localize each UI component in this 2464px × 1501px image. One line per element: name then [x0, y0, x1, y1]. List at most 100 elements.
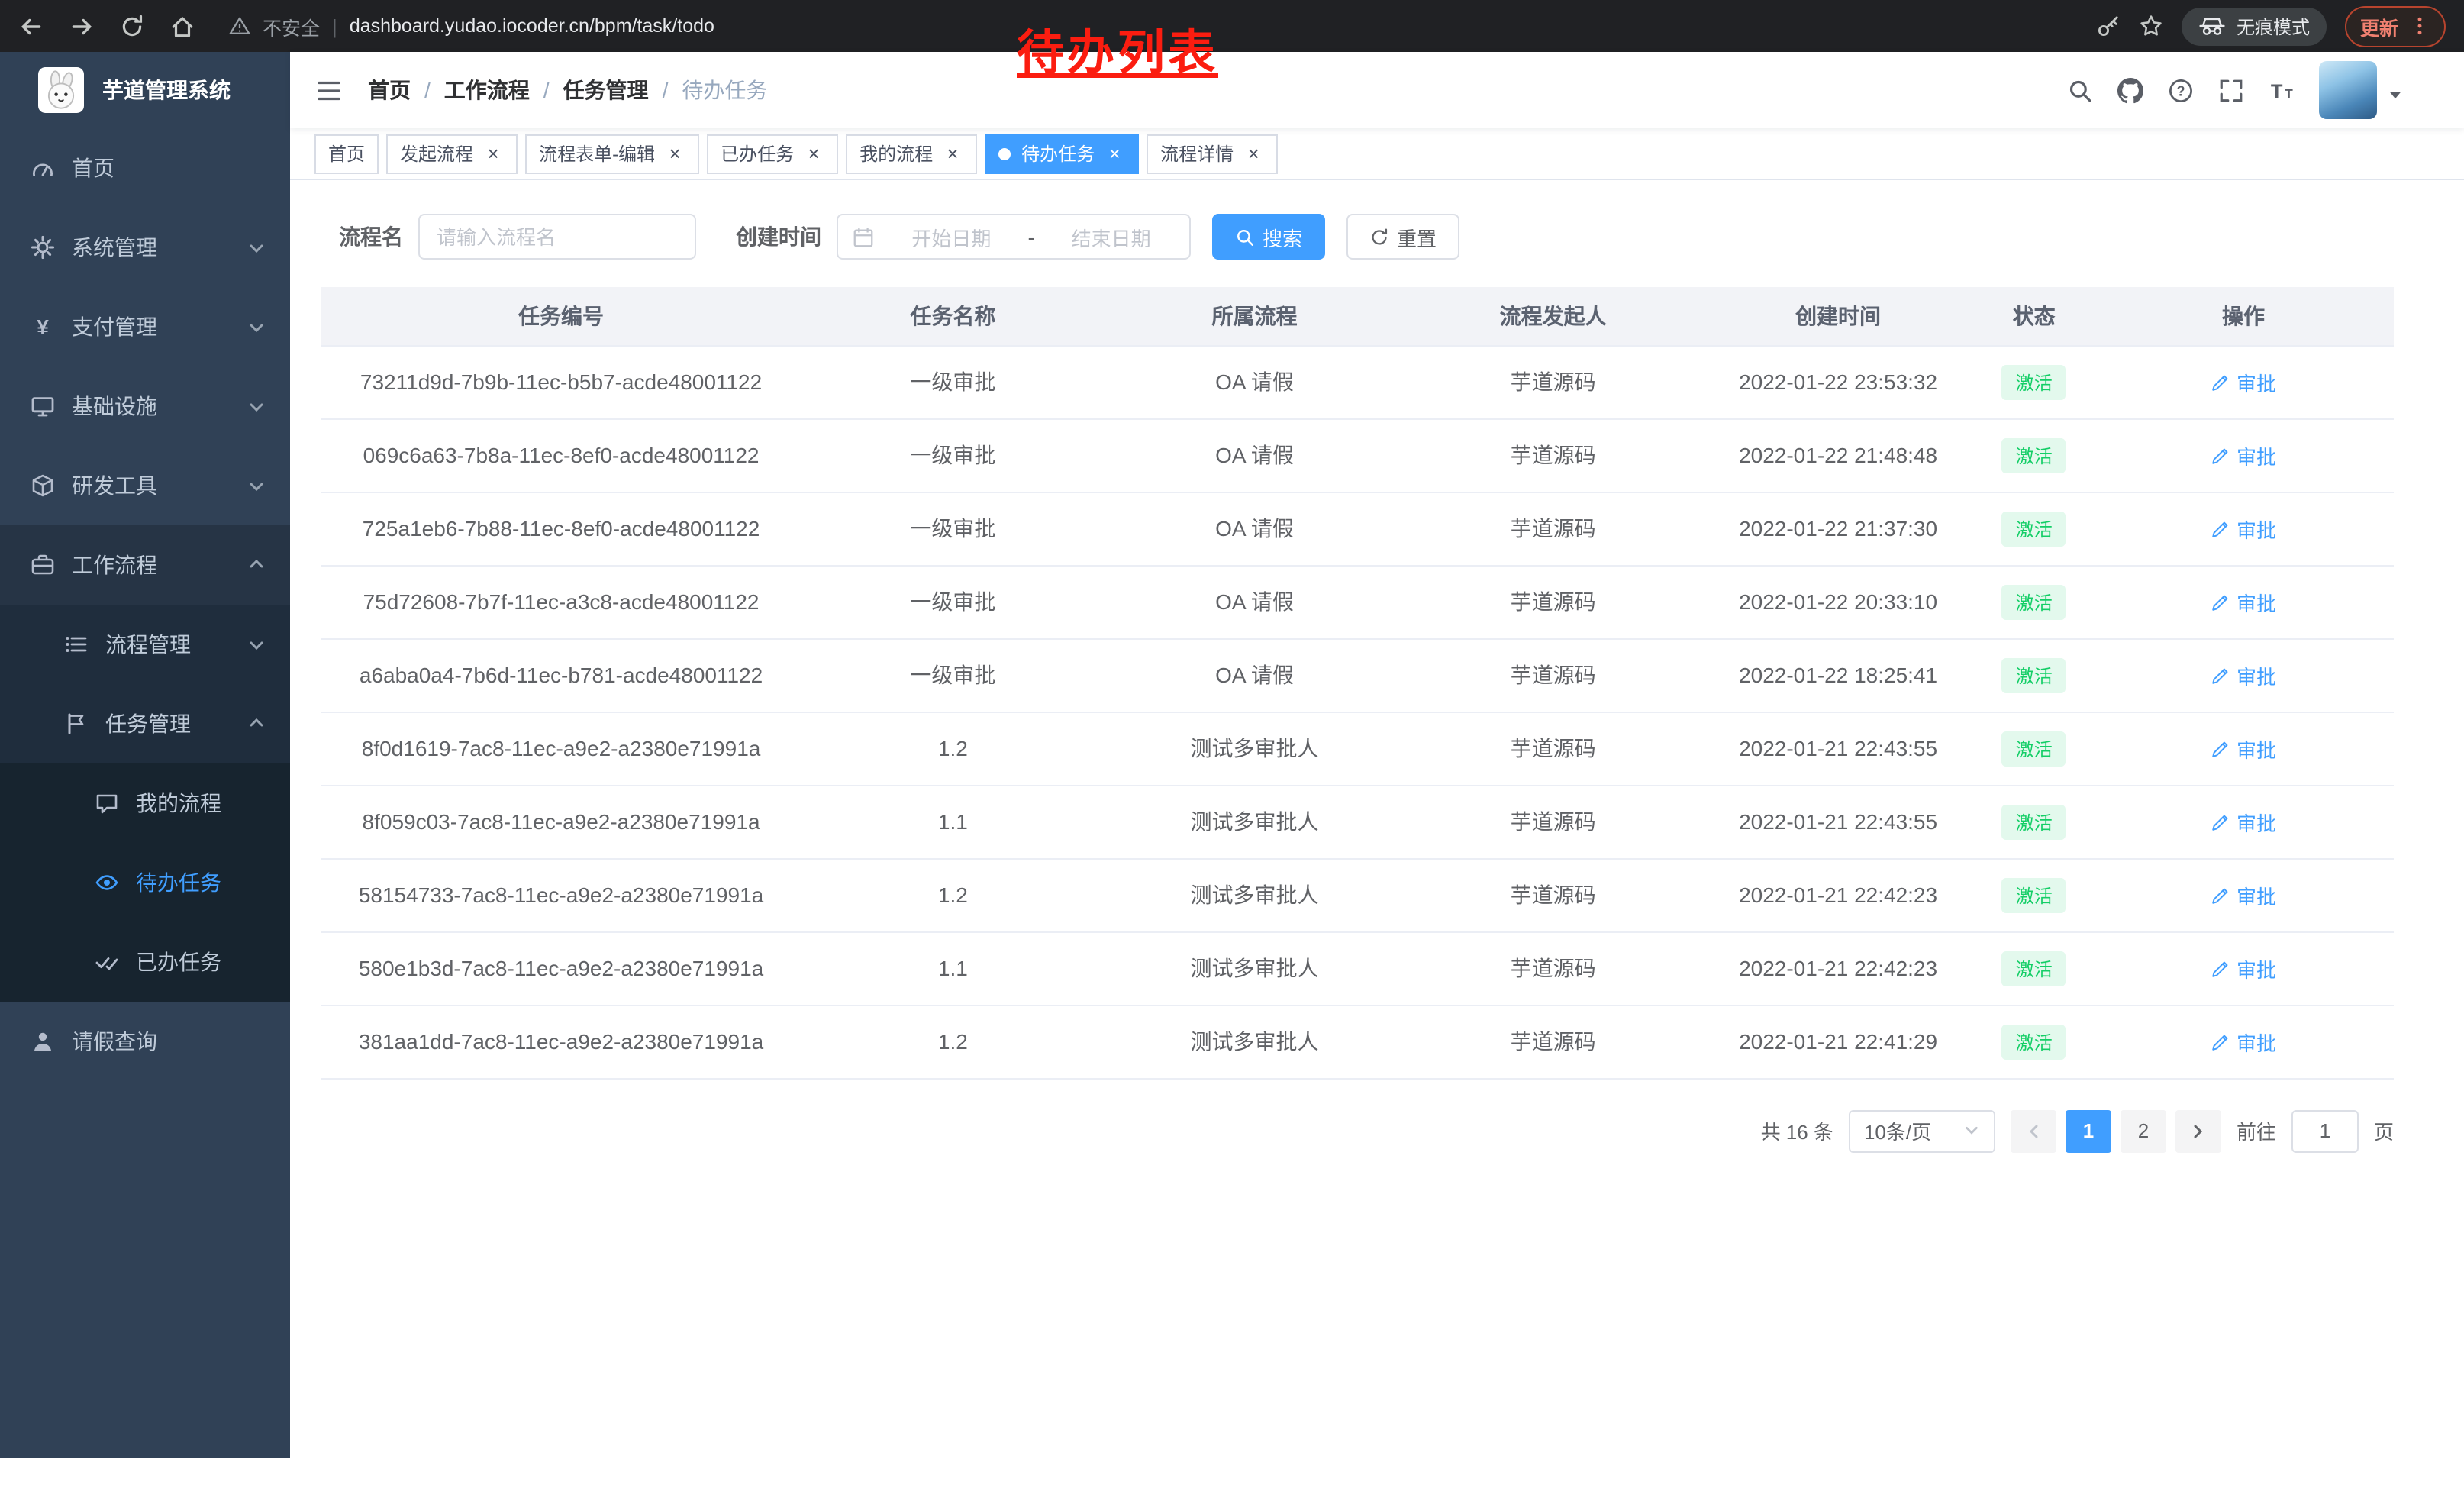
reset-label: 重置	[1397, 222, 1437, 251]
sidebar-item-process-mgmt[interactable]: 流程管理	[0, 605, 290, 684]
process-name-label: 流程名	[339, 221, 403, 252]
cell-process: 测试多审批人	[1105, 931, 1405, 1005]
address-bar[interactable]: 不安全 | dashboard.yudao.iocoder.cn/bpm/tas…	[229, 11, 714, 40]
cell-task_name: 一级审批	[801, 565, 1105, 638]
table-row: 069c6a63-7b8a-11ec-8ef0-acde48001122一级审批…	[321, 418, 2394, 492]
cell-initiator: 芋道源码	[1405, 931, 1701, 1005]
approve-link[interactable]: 审批	[2211, 441, 2276, 470]
prev-page-button[interactable]	[2011, 1109, 2056, 1152]
tab-process-detail[interactable]: 流程详情 ×	[1147, 134, 1278, 173]
status-badge: 激活	[2002, 804, 2066, 839]
cell-status: 激活	[1975, 785, 2093, 858]
goto-page-input[interactable]	[2291, 1109, 2359, 1152]
close-icon[interactable]: ×	[664, 143, 685, 164]
yen-icon: ¥	[31, 315, 55, 339]
breadcrumb-separator: /	[424, 78, 431, 102]
approve-link[interactable]: 审批	[2211, 514, 2276, 543]
cell-task_id: 8f059c03-7ac8-11ec-a9e2-a2380e71991a	[321, 785, 801, 858]
approve-link[interactable]: 审批	[2211, 660, 2276, 689]
back-icon[interactable]	[18, 13, 44, 39]
cell-task_name: 一级审批	[801, 345, 1105, 418]
red-annotation: 待办列表	[1017, 14, 1218, 82]
search-icon	[1235, 227, 1255, 247]
sidebar-toggle-icon[interactable]	[314, 76, 343, 105]
sidebar-item-label: 已办任务	[136, 947, 221, 977]
close-icon[interactable]: ×	[803, 143, 824, 164]
key-icon[interactable]	[2096, 14, 2121, 38]
approve-link[interactable]: 审批	[2211, 587, 2276, 616]
sidebar-item-label: 请假查询	[72, 1026, 157, 1057]
close-icon[interactable]: ×	[942, 143, 963, 164]
sidebar-item-label: 系统管理	[72, 232, 157, 263]
pagination: 共 16 条 10条/页 12 前往 页	[321, 1109, 2394, 1152]
reset-button[interactable]: 重置	[1346, 214, 1459, 260]
approve-link[interactable]: 审批	[2211, 807, 2276, 836]
tab-label: 流程详情	[1160, 140, 1234, 166]
search-icon[interactable]	[2067, 77, 2093, 103]
sidebar-item-my-process[interactable]: 我的流程	[0, 763, 290, 843]
double-check-icon	[95, 950, 119, 974]
sidebar-item-home[interactable]: 首页	[0, 128, 290, 208]
approve-link[interactable]: 审批	[2211, 880, 2276, 909]
sidebar-item-task-mgmt[interactable]: 任务管理	[0, 684, 290, 763]
page-size-select[interactable]: 10条/页	[1849, 1109, 1995, 1152]
tab-done-tasks[interactable]: 已办任务×	[707, 134, 838, 173]
cell-process: OA 请假	[1105, 638, 1405, 712]
tab-form-edit[interactable]: 流程表单-编辑×	[525, 134, 699, 173]
star-icon[interactable]	[2139, 14, 2163, 38]
help-icon[interactable]: ?	[2168, 77, 2194, 103]
sidebar-item-done-task[interactable]: 已办任务	[0, 922, 290, 1002]
sidebar-item-leave-query[interactable]: 请假查询	[0, 1002, 290, 1081]
approve-label: 审批	[2237, 807, 2276, 836]
edit-icon	[2211, 592, 2230, 612]
home-icon[interactable]	[169, 13, 195, 39]
menu-dots-icon[interactable]	[2409, 15, 2430, 37]
breadcrumb-item[interactable]: 工作流程	[444, 75, 530, 105]
user-avatar-menu[interactable]	[2319, 61, 2403, 119]
sidebar-item-payment[interactable]: ¥支付管理	[0, 287, 290, 366]
tab-my-process[interactable]: 我的流程×	[846, 134, 977, 173]
sidebar-item-devtools[interactable]: 研发工具	[0, 446, 290, 525]
search-button[interactable]: 搜索	[1212, 214, 1325, 260]
cell-process: 测试多审批人	[1105, 712, 1405, 785]
column-header: 操作	[2093, 287, 2394, 345]
approve-link[interactable]: 审批	[2211, 954, 2276, 983]
breadcrumb-item[interactable]: 首页	[368, 75, 411, 105]
github-icon[interactable]	[2117, 77, 2143, 103]
close-icon[interactable]: ×	[482, 143, 504, 164]
incognito-label: 无痕模式	[2237, 13, 2310, 39]
approve-link[interactable]: 审批	[2211, 1027, 2276, 1056]
process-name-input[interactable]	[418, 214, 696, 260]
header-actions: ? TT	[2067, 61, 2403, 119]
page-button-1[interactable]: 1	[2066, 1109, 2111, 1152]
date-range-picker[interactable]: 开始日期 - 结束日期	[837, 214, 1191, 260]
sidebar-item-system[interactable]: 系统管理	[0, 208, 290, 287]
sidebar-item-todo-task[interactable]: 待办任务	[0, 843, 290, 922]
font-size-icon[interactable]: TT	[2269, 77, 2295, 103]
close-icon[interactable]: ×	[1243, 143, 1264, 164]
search-label: 搜索	[1263, 222, 1302, 251]
forward-icon[interactable]	[69, 13, 95, 39]
approve-link[interactable]: 审批	[2211, 734, 2276, 763]
app-logo[interactable]: 芋道管理系统	[0, 52, 290, 128]
warning-icon	[229, 15, 250, 37]
cell-create_time: 2022-01-21 22:42:23	[1701, 931, 1975, 1005]
close-icon[interactable]: ×	[1104, 143, 1125, 164]
sidebar-item-workflow[interactable]: 工作流程	[0, 525, 290, 605]
sidebar-item-infrastructure[interactable]: 基础设施	[0, 366, 290, 446]
tab-start-process[interactable]: 发起流程×	[386, 134, 518, 173]
fullscreen-icon[interactable]	[2218, 77, 2244, 103]
cell-initiator: 芋道源码	[1405, 565, 1701, 638]
breadcrumb: 首页/工作流程/任务管理/待办任务	[368, 75, 767, 105]
update-button[interactable]: 更新	[2345, 5, 2446, 47]
cell-action: 审批	[2093, 492, 2394, 565]
reload-icon[interactable]	[119, 13, 145, 39]
next-page-button[interactable]	[2175, 1109, 2221, 1152]
cell-status: 激活	[1975, 638, 2093, 712]
breadcrumb-item[interactable]: 任务管理	[563, 75, 649, 105]
cell-status: 激活	[1975, 492, 2093, 565]
approve-link[interactable]: 审批	[2211, 367, 2276, 396]
tab-todo-tasks[interactable]: 待办任务×	[985, 134, 1139, 173]
page-button-2[interactable]: 2	[2121, 1109, 2166, 1152]
tab-home[interactable]: 首页	[314, 134, 379, 173]
